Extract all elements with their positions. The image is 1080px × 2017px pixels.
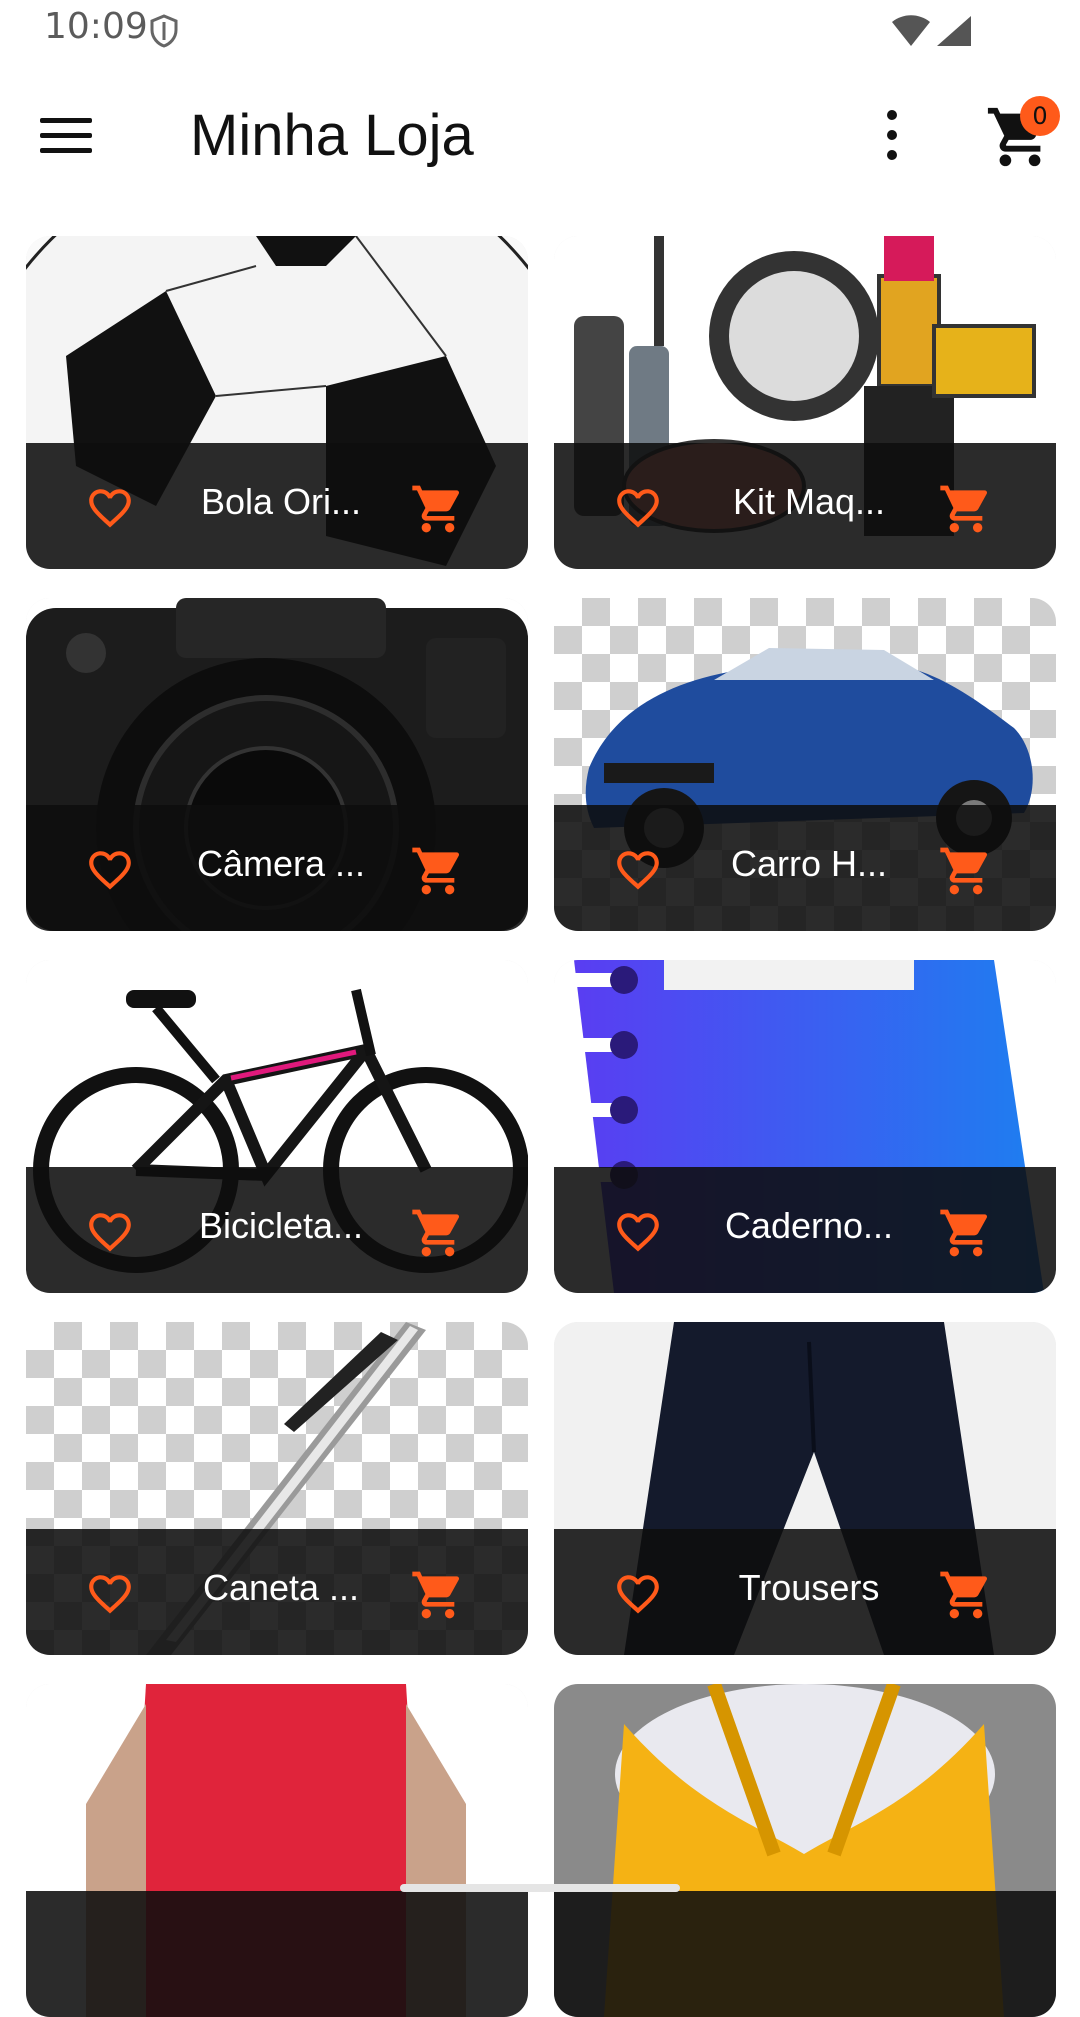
- product-card-bar: [554, 1891, 1056, 2017]
- add-to-cart-icon[interactable]: [410, 1205, 466, 1261]
- product-name: Caneta ...: [202, 1567, 360, 1608]
- add-to-cart-icon[interactable]: [938, 843, 994, 899]
- favorite-heart-icon[interactable]: [610, 1207, 666, 1257]
- product-name: Trousers: [738, 1567, 880, 1608]
- product-card[interactable]: Bicicleta...: [26, 960, 528, 1293]
- favorite-heart-icon[interactable]: [610, 845, 666, 895]
- add-to-cart-icon[interactable]: [938, 481, 994, 537]
- favorite-heart-icon[interactable]: [82, 845, 138, 895]
- product-name: Câmera ...: [196, 843, 366, 884]
- product-card-bar: Câmera ...: [26, 805, 528, 931]
- product-name: Kit Maq...: [732, 481, 886, 522]
- product-card-bar: Bola Ori...: [26, 443, 528, 569]
- product-card-bar: Kit Maq...: [554, 443, 1056, 569]
- add-to-cart-icon[interactable]: [410, 1567, 466, 1623]
- product-card-bar: Caderno...: [554, 1167, 1056, 1293]
- product-card[interactable]: Caneta ...: [26, 1322, 528, 1655]
- add-to-cart-icon[interactable]: [410, 481, 466, 537]
- product-card[interactable]: Kit Maq...: [554, 236, 1056, 569]
- favorite-heart-icon[interactable]: [82, 483, 138, 533]
- app-bar: Minha Loja: [0, 64, 1080, 208]
- cart-count-badge: 0: [1020, 96, 1060, 136]
- product-card[interactable]: Bola Ori...: [26, 236, 528, 569]
- product-name: Carro H...: [730, 843, 888, 884]
- product-card[interactable]: [554, 1684, 1056, 2017]
- product-card-bar: Carro H...: [554, 805, 1056, 931]
- favorite-heart-icon[interactable]: [610, 483, 666, 533]
- status-time: 10:09: [44, 6, 148, 47]
- favorite-heart-icon[interactable]: [610, 1569, 666, 1619]
- status-bar: 10:09: [0, 0, 1080, 64]
- product-card-bar: Caneta ...: [26, 1529, 528, 1655]
- shield-icon: [150, 14, 178, 48]
- product-card[interactable]: Câmera ...: [26, 598, 528, 931]
- add-to-cart-icon[interactable]: [938, 1205, 994, 1261]
- favorite-heart-icon[interactable]: [82, 1207, 138, 1257]
- product-card[interactable]: [26, 1684, 528, 2017]
- product-card-bar: Bicicleta...: [26, 1167, 528, 1293]
- gesture-nav-handle[interactable]: [400, 1884, 680, 1892]
- product-name: Bola Ori...: [200, 481, 362, 522]
- product-card[interactable]: Trousers: [554, 1322, 1056, 1655]
- product-card[interactable]: Carro H...: [554, 598, 1056, 931]
- menu-button[interactable]: [40, 116, 92, 156]
- signal-icon: [937, 16, 971, 46]
- product-name: Caderno...: [724, 1205, 894, 1246]
- more-options-button[interactable]: [878, 108, 906, 164]
- wifi-icon: [892, 15, 930, 46]
- product-card-bar: [26, 1891, 528, 2017]
- product-card-bar: Trousers: [554, 1529, 1056, 1655]
- product-name: Bicicleta...: [198, 1205, 364, 1246]
- favorite-heart-icon[interactable]: [82, 1569, 138, 1619]
- page-title: Minha Loja: [190, 103, 474, 168]
- add-to-cart-icon[interactable]: [938, 1567, 994, 1623]
- add-to-cart-icon[interactable]: [410, 843, 466, 899]
- product-card[interactable]: Caderno...: [554, 960, 1056, 1293]
